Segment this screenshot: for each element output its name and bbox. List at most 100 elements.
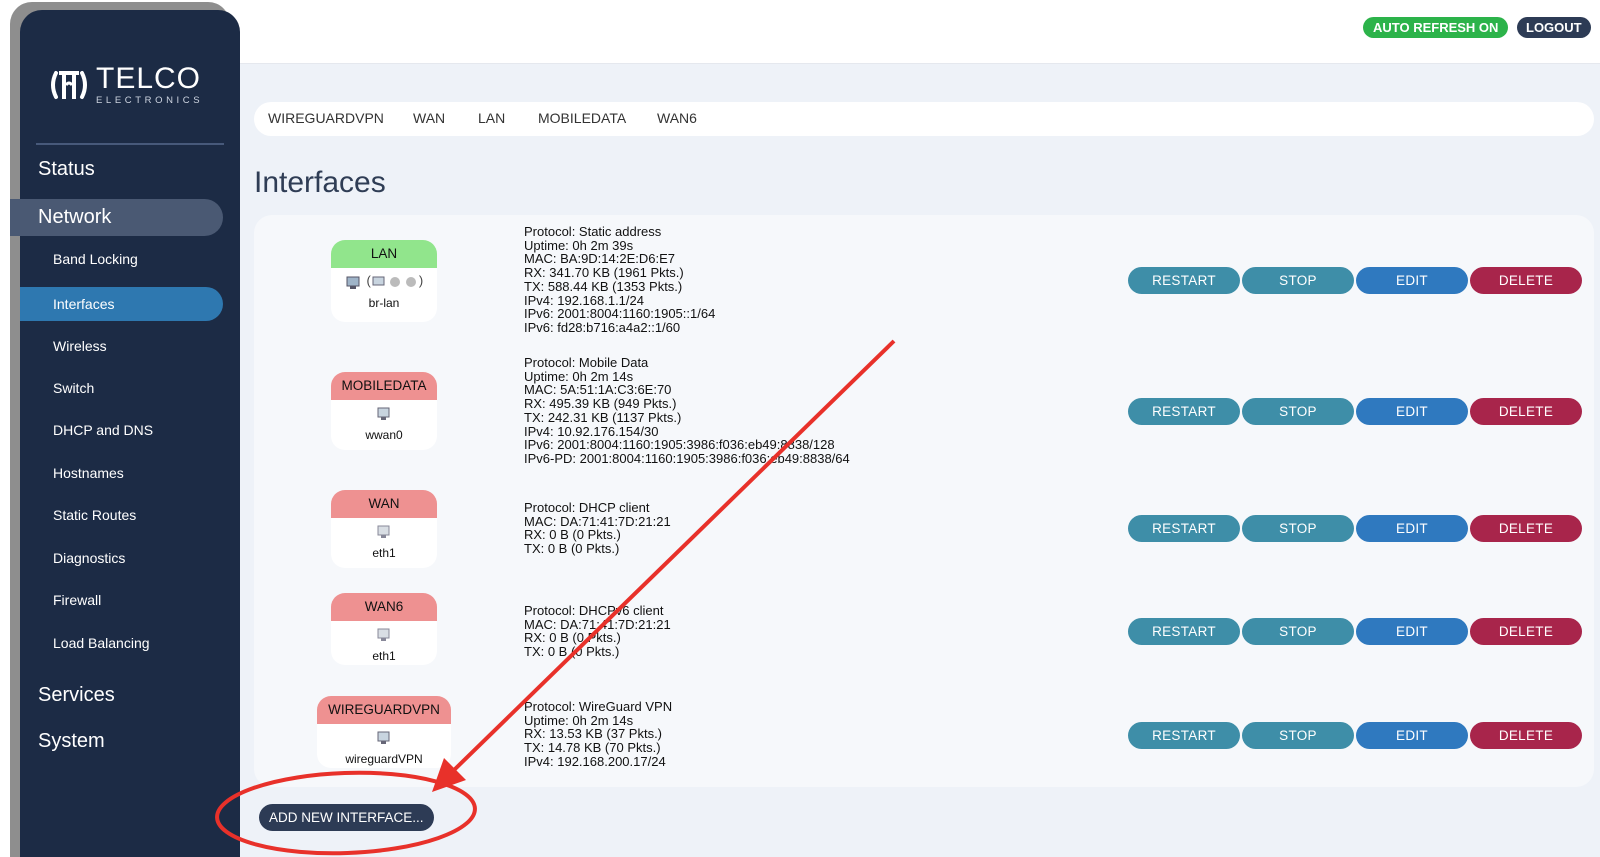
edit-button[interactable]: EDIT bbox=[1356, 618, 1468, 645]
nav-firewall[interactable]: Firewall bbox=[53, 592, 101, 608]
info-line: IPv4: 192.168.200.17/24 bbox=[524, 753, 666, 769]
info-line: IPv6: 2001:8004:1160:1905:3986:f036:eb49… bbox=[524, 437, 835, 453]
nav-system[interactable]: System bbox=[38, 730, 105, 753]
device-icons bbox=[317, 729, 451, 751]
info-line: IPv4: 10.92.176.154/30 bbox=[524, 423, 659, 439]
info-line: Uptime: 0h 2m 14s bbox=[524, 368, 634, 384]
device-icons bbox=[331, 523, 437, 545]
info-line: RX: 0 B (0 Pkts.) bbox=[524, 630, 621, 646]
info-line: IPv4: 192.168.1.1/24 bbox=[524, 292, 644, 308]
interface-card-wireguardvpn: WIREGUARDVPN wireguardVPN bbox=[317, 696, 451, 768]
nav-network[interactable]: Network bbox=[10, 199, 223, 236]
interfaces-panel bbox=[254, 215, 1594, 787]
nav-interfaces[interactable]: Interfaces bbox=[20, 287, 223, 321]
nav-diagnostics[interactable]: Diagnostics bbox=[53, 550, 125, 566]
info-line: Protocol: DHCP client bbox=[524, 500, 650, 515]
tab-mobiledata[interactable]: MOBILEDATA bbox=[538, 110, 626, 126]
brand-subtitle: ELECTRONICS bbox=[96, 95, 204, 106]
nav-services[interactable]: Services bbox=[38, 684, 115, 707]
nav-static-routes[interactable]: Static Routes bbox=[53, 507, 136, 523]
bridge-members: () bbox=[366, 273, 424, 288]
device-icons: () bbox=[331, 273, 437, 295]
telco-logo-icon bbox=[51, 70, 87, 99]
stop-button[interactable]: STOP bbox=[1242, 398, 1354, 425]
restart-button[interactable]: RESTART bbox=[1128, 515, 1240, 542]
wifi-icon bbox=[389, 276, 400, 287]
nav-dhcp-dns[interactable]: DHCP and DNS bbox=[53, 422, 153, 438]
nav-load-balancing[interactable]: Load Balancing bbox=[53, 635, 150, 651]
network-device-icon bbox=[377, 407, 390, 420]
info-line: Protocol: WireGuard VPN bbox=[524, 699, 673, 714]
interface-info-mobiledata: Protocol: Mobile Data Uptime: 0h 2m 14s … bbox=[524, 356, 850, 466]
interface-name: MOBILEDATA bbox=[331, 372, 437, 400]
restart-button[interactable]: RESTART bbox=[1128, 722, 1240, 749]
delete-button[interactable]: DELETE bbox=[1470, 722, 1582, 749]
restart-button[interactable]: RESTART bbox=[1128, 618, 1240, 645]
info-line: MAC: 5A:51:1A:C3:6E:70 bbox=[524, 382, 672, 398]
tab-wireguardvpn[interactable]: WIREGUARDVPN bbox=[268, 110, 384, 126]
device-icons bbox=[331, 626, 437, 648]
info-line: RX: 0 B (0 Pkts.) bbox=[524, 527, 621, 543]
network-device-icon bbox=[377, 525, 390, 538]
telco-logo[interactable]: TELCO ELECTRONICS bbox=[48, 64, 203, 106]
stop-button[interactable]: STOP bbox=[1242, 267, 1354, 294]
network-device-icon bbox=[377, 731, 390, 744]
info-line: MAC: DA:71:41:7D:21:21 bbox=[524, 513, 671, 529]
interface-device: eth1 bbox=[372, 649, 396, 663]
info-line: RX: 13.53 KB (37 Pkts.) bbox=[524, 726, 663, 742]
tab-wan[interactable]: WAN bbox=[413, 110, 445, 126]
interface-info-wan: Protocol: DHCP client MAC: DA:71:41:7D:2… bbox=[524, 501, 671, 556]
edit-button[interactable]: EDIT bbox=[1356, 267, 1468, 294]
edit-button[interactable]: EDIT bbox=[1356, 722, 1468, 749]
info-line: RX: 495.39 KB (949 Pkts.) bbox=[524, 396, 677, 412]
info-line: TX: 0 B (0 Pkts.) bbox=[524, 541, 620, 557]
auto-refresh-toggle[interactable]: AUTO REFRESH ON bbox=[1363, 17, 1509, 38]
restart-button[interactable]: RESTART bbox=[1128, 267, 1240, 294]
info-line: TX: 0 B (0 Pkts.) bbox=[524, 644, 620, 660]
nav-hostnames[interactable]: Hostnames bbox=[53, 465, 124, 481]
nav-switch[interactable]: Switch bbox=[53, 380, 94, 396]
interface-card-mobiledata: MOBILEDATA wwan0 bbox=[331, 372, 437, 450]
interface-tabs bbox=[254, 102, 1594, 136]
page-title: Interfaces bbox=[254, 166, 386, 199]
edit-button[interactable]: EDIT bbox=[1356, 398, 1468, 425]
interface-info-wan6: Protocol: DHCPv6 client MAC: DA:71:41:7D… bbox=[524, 604, 671, 659]
interface-device: eth1 bbox=[372, 546, 396, 560]
logout-button[interactable]: LOGOUT bbox=[1517, 17, 1591, 38]
delete-button[interactable]: DELETE bbox=[1470, 515, 1582, 542]
stop-button[interactable]: STOP bbox=[1242, 722, 1354, 749]
interface-name: WAN6 bbox=[331, 593, 437, 621]
delete-button[interactable]: DELETE bbox=[1470, 398, 1582, 425]
brand-name: TELCO bbox=[96, 62, 202, 95]
ethernet-icon bbox=[346, 276, 360, 289]
info-line: TX: 14.78 KB (70 Pkts.) bbox=[524, 740, 661, 756]
sidebar-divider bbox=[36, 143, 224, 145]
restart-button[interactable]: RESTART bbox=[1128, 398, 1240, 425]
wifi-icon bbox=[405, 276, 416, 287]
info-line: Uptime: 0h 2m 14s bbox=[524, 712, 634, 728]
interface-device: wwan0 bbox=[365, 428, 403, 442]
stop-button[interactable]: STOP bbox=[1242, 515, 1354, 542]
edit-button[interactable]: EDIT bbox=[1356, 515, 1468, 542]
tab-lan[interactable]: LAN bbox=[478, 110, 505, 126]
interface-info-lan: Protocol: Static address Uptime: 0h 2m 3… bbox=[524, 225, 715, 335]
delete-button[interactable]: DELETE bbox=[1470, 267, 1582, 294]
info-line: RX: 341.70 KB (1961 Pkts.) bbox=[524, 265, 684, 281]
add-new-interface-button[interactable]: ADD NEW INTERFACE... bbox=[259, 804, 434, 831]
nav-status[interactable]: Status bbox=[38, 158, 95, 181]
tab-wan6[interactable]: WAN6 bbox=[657, 110, 697, 126]
delete-button[interactable]: DELETE bbox=[1470, 618, 1582, 645]
interface-device: wireguardVPN bbox=[345, 752, 423, 766]
info-line: Protocol: Static address bbox=[524, 224, 662, 239]
nav-band-locking[interactable]: Band Locking bbox=[53, 251, 138, 267]
info-line: TX: 588.44 KB (1353 Pkts.) bbox=[524, 278, 683, 294]
info-line: IPv6: 2001:8004:1160:1905::1/64 bbox=[524, 306, 716, 322]
device-icons bbox=[331, 405, 437, 427]
info-line: IPv6-PD: 2001:8004:1160:1905:3986:f036:e… bbox=[524, 450, 850, 466]
ethernet-icon bbox=[372, 276, 385, 286]
info-line: IPv6: fd28:b716:a4a2::1/60 bbox=[524, 319, 681, 335]
stop-button[interactable]: STOP bbox=[1242, 618, 1354, 645]
interface-card-lan: LAN () br-lan bbox=[331, 240, 437, 322]
nav-wireless[interactable]: Wireless bbox=[53, 338, 107, 354]
interface-name: WAN bbox=[331, 490, 437, 518]
